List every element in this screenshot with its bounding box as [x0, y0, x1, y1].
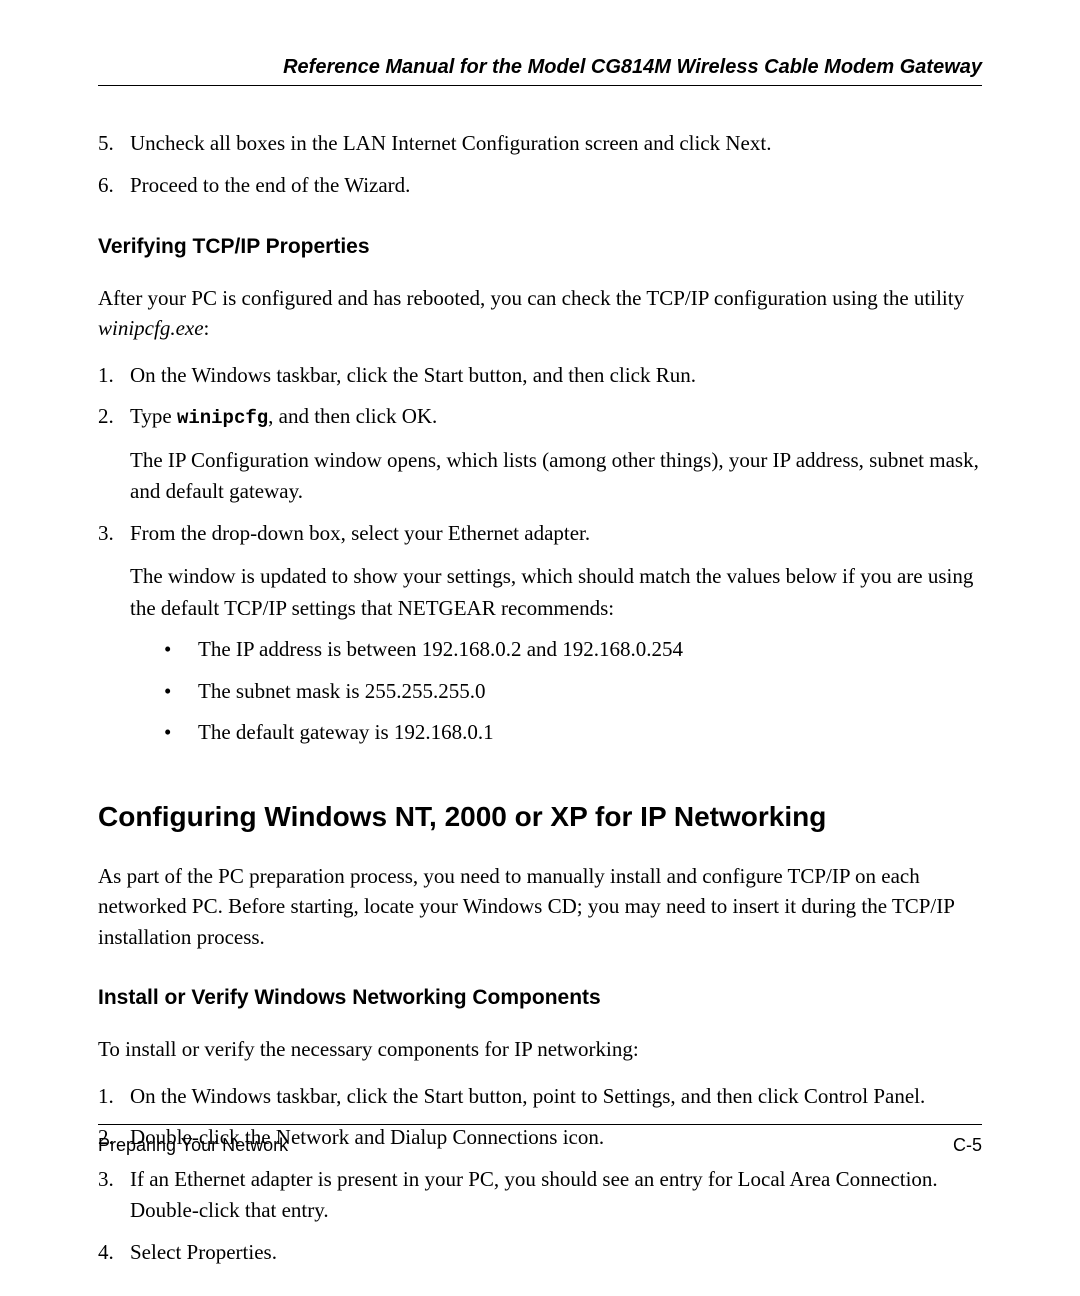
bullet-item: • The subnet mask is 255.255.255.0 — [164, 676, 982, 708]
type-prefix: Type — [130, 404, 177, 428]
bullet-text: The IP address is between 192.168.0.2 an… — [198, 634, 683, 666]
step-para: The IP Configuration window opens, which… — [130, 445, 982, 508]
step-number: 1. — [98, 360, 130, 392]
bullet-text: The default gateway is 192.168.0.1 — [198, 717, 494, 749]
step-item: 2. Type winipcfg, and then click OK. The… — [98, 401, 982, 508]
page-footer: Preparing Your Network C-5 — [98, 1124, 982, 1156]
step-item: 3. From the drop-down box, select your E… — [98, 518, 982, 759]
step-content: Proceed to the end of the Wizard. — [130, 170, 982, 202]
page-header: Reference Manual for the Model CG814M Wi… — [98, 56, 982, 86]
step-item: 4. Select Properties. — [98, 1237, 982, 1269]
intro-suffix: : — [204, 316, 210, 340]
footer-left: Preparing Your Network — [98, 1135, 288, 1156]
step-number: 6. — [98, 170, 130, 202]
step-text: If an Ethernet adapter is present in you… — [130, 1164, 982, 1227]
step-text: Proceed to the end of the Wizard. — [130, 170, 982, 202]
type-mono: winipcfg — [177, 407, 268, 429]
continued-steps-list: 5. Uncheck all boxes in the LAN Internet… — [98, 128, 982, 201]
step-item: 1. On the Windows taskbar, click the Sta… — [98, 360, 982, 392]
configuring-intro: As part of the PC preparation process, y… — [98, 861, 982, 952]
intro-prefix: After your PC is configured and has rebo… — [98, 286, 964, 310]
step-text: Select Properties. — [130, 1237, 982, 1269]
step-number: 2. — [98, 401, 130, 508]
verifying-heading: Verifying TCP/IP Properties — [98, 235, 982, 259]
step-text: From the drop-down box, select your Ethe… — [130, 518, 982, 550]
step-number: 3. — [98, 518, 130, 759]
step-text: Type winipcfg, and then click OK. — [130, 401, 982, 433]
bullet-list: • The IP address is between 192.168.0.2 … — [164, 634, 982, 749]
bullet-text: The subnet mask is 255.255.255.0 — [198, 676, 486, 708]
step-text: On the Windows taskbar, click the Start … — [130, 360, 982, 392]
bullet-marker-icon: • — [164, 634, 198, 666]
verifying-steps-list: 1. On the Windows taskbar, click the Sta… — [98, 360, 982, 759]
install-intro: To install or verify the necessary compo… — [98, 1034, 982, 1064]
step-item: 1. On the Windows taskbar, click the Sta… — [98, 1081, 982, 1113]
step-item: 3. If an Ethernet adapter is present in … — [98, 1164, 982, 1227]
step-text: Uncheck all boxes in the LAN Internet Co… — [130, 128, 982, 160]
step-para: The window is updated to show your setti… — [130, 561, 982, 624]
header-title: Reference Manual for the Model CG814M Wi… — [283, 56, 982, 78]
bullet-marker-icon: • — [164, 676, 198, 708]
step-item: 6. Proceed to the end of the Wizard. — [98, 170, 982, 202]
step-content: Uncheck all boxes in the LAN Internet Co… — [130, 128, 982, 160]
step-number: 4. — [98, 1237, 130, 1269]
step-number: 3. — [98, 1164, 130, 1227]
step-number: 5. — [98, 128, 130, 160]
step-content: From the drop-down box, select your Ethe… — [130, 518, 982, 759]
step-item: 5. Uncheck all boxes in the LAN Internet… — [98, 128, 982, 160]
step-content: On the Windows taskbar, click the Start … — [130, 360, 982, 392]
step-content: Type winipcfg, and then click OK. The IP… — [130, 401, 982, 508]
step-content: Select Properties. — [130, 1237, 982, 1269]
step-text: On the Windows taskbar, click the Start … — [130, 1081, 982, 1113]
step-number: 1. — [98, 1081, 130, 1113]
verifying-intro: After your PC is configured and has rebo… — [98, 283, 982, 344]
bullet-item: • The IP address is between 192.168.0.2 … — [164, 634, 982, 666]
step-content: If an Ethernet adapter is present in you… — [130, 1164, 982, 1227]
footer-right: C-5 — [953, 1135, 982, 1156]
bullet-marker-icon: • — [164, 717, 198, 749]
step-content: On the Windows taskbar, click the Start … — [130, 1081, 982, 1113]
intro-italic: winipcfg.exe — [98, 316, 204, 340]
install-steps-list: 1. On the Windows taskbar, click the Sta… — [98, 1081, 982, 1269]
bullet-item: • The default gateway is 192.168.0.1 — [164, 717, 982, 749]
type-suffix: , and then click OK. — [268, 404, 437, 428]
install-heading: Install or Verify Windows Networking Com… — [98, 986, 982, 1010]
configuring-heading: Configuring Windows NT, 2000 or XP for I… — [98, 801, 982, 833]
